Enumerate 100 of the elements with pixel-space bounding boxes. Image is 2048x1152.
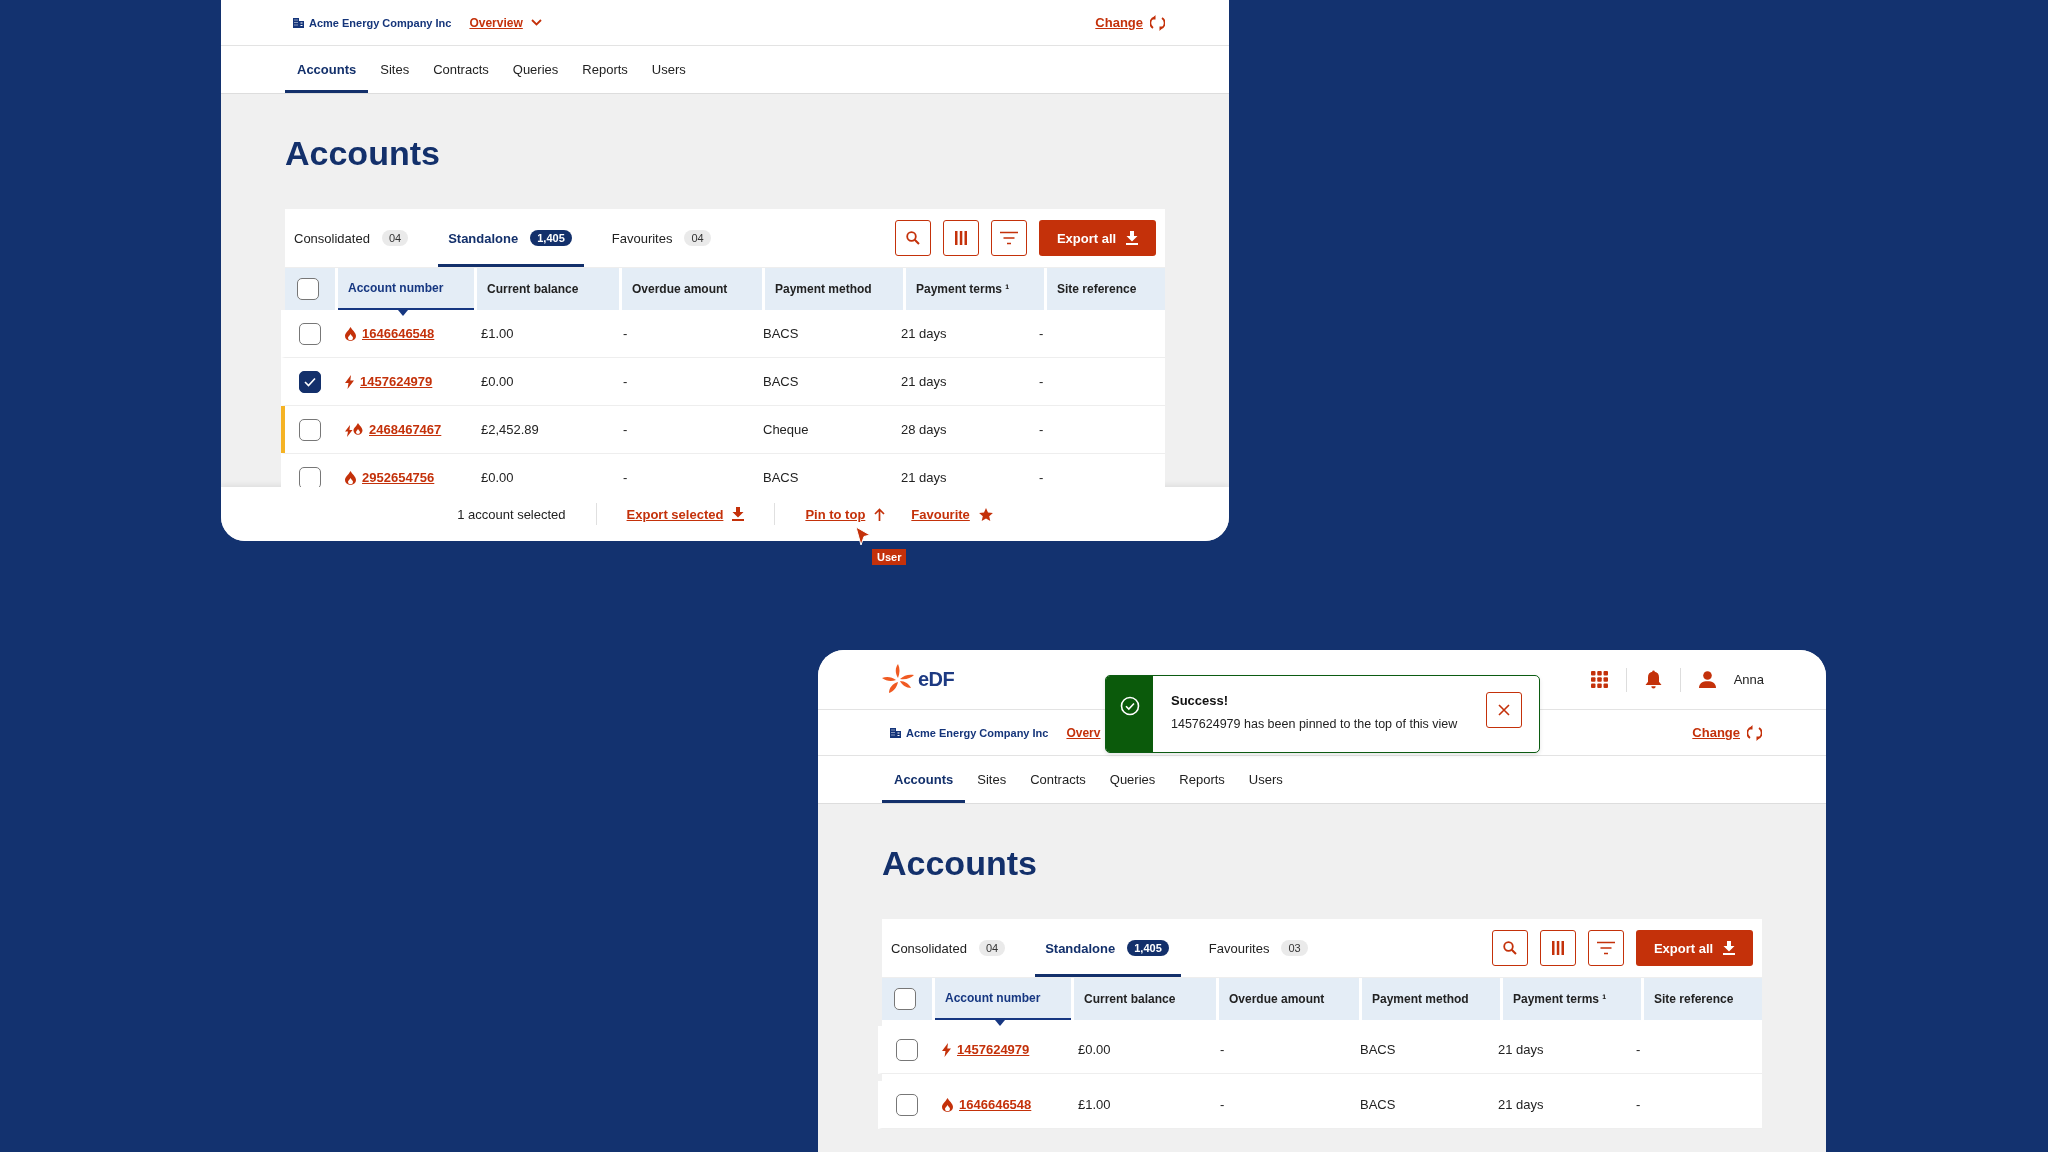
refresh-icon [1747, 724, 1762, 741]
nav-tab[interactable]: Contracts [421, 46, 501, 93]
table-cell-text: 21 days [900, 469, 948, 487]
table-tab[interactable]: Favourites 03 [1208, 919, 1320, 977]
table-cell-text: - [1038, 325, 1045, 343]
close-button[interactable] [1486, 692, 1522, 728]
download-icon [732, 507, 745, 521]
view-dropdown[interactable]: Overview [469, 15, 542, 30]
row-checkbox[interactable] [896, 1038, 918, 1061]
filter-button[interactable] [991, 220, 1027, 256]
row-checkbox[interactable] [896, 1093, 918, 1116]
export-all-button[interactable]: Export all [1039, 220, 1156, 256]
count-badge: 1,405 [1127, 940, 1169, 956]
search-button[interactable] [1492, 930, 1528, 966]
table-cell-text: - [622, 469, 629, 487]
count-badge: 04 [684, 230, 711, 246]
user-icon[interactable] [1698, 671, 1716, 688]
account-link[interactable]: 1646646548 [362, 326, 435, 341]
star-icon [978, 507, 993, 521]
account-link[interactable]: 1457624979 [957, 1042, 1030, 1057]
export-all-button[interactable]: Export all [1636, 930, 1753, 966]
columns-icon [1551, 941, 1565, 955]
search-icon [906, 231, 920, 245]
select-all-checkbox[interactable] [297, 278, 319, 300]
selection-count: 1 account selected [457, 506, 566, 522]
table-cell-text: - [1219, 1041, 1226, 1059]
table-cell-text: £1.00 [1077, 1096, 1112, 1114]
nav-tab[interactable]: Accounts [285, 46, 369, 93]
table-tab[interactable]: Consolidated 04 [294, 209, 421, 267]
search-button[interactable] [895, 220, 931, 256]
row-checkbox[interactable] [299, 466, 321, 487]
columns-icon [954, 231, 968, 245]
nav-tab[interactable]: Reports [570, 46, 640, 93]
row-checkbox[interactable] [299, 322, 321, 345]
brand-logo-text: eDF [918, 668, 955, 691]
table-cell-text: BACS [762, 373, 800, 391]
column-header[interactable]: Payment method [1362, 978, 1500, 1020]
table-cell-text: - [1219, 1096, 1226, 1114]
table-cell-text: 21 days [1497, 1041, 1545, 1059]
table-cell-text: 21 days [900, 373, 948, 391]
count-badge: 03 [1281, 940, 1308, 956]
apps-grid-icon[interactable] [1590, 671, 1608, 688]
table-cell-text: 28 days [900, 421, 948, 439]
change-link[interactable]: Change [1095, 14, 1165, 31]
nav-tab[interactable]: Users [639, 46, 698, 93]
user-name[interactable]: Anna [1733, 672, 1764, 687]
download-icon [1723, 941, 1736, 955]
change-link[interactable]: Change [1692, 724, 1762, 741]
count-badge: 04 [381, 230, 409, 246]
table-cell-text: £2,452.89 [480, 421, 540, 439]
nav-tab[interactable]: Contracts [1018, 756, 1098, 803]
row-checkbox[interactable] [299, 370, 321, 393]
refresh-icon [1150, 14, 1165, 31]
account-link[interactable]: 1646646548 [959, 1097, 1032, 1112]
column-header[interactable]: Overdue amount [622, 268, 762, 310]
nav-tab[interactable]: Sites [965, 756, 1019, 803]
table-tab[interactable]: Consolidated 04 [891, 919, 1018, 977]
table-cell-text: - [622, 421, 629, 439]
toast-title: Success! [1171, 693, 1230, 708]
table-cell-text: BACS [1359, 1096, 1397, 1114]
column-header[interactable]: Account number [935, 978, 1071, 1020]
export-selected-link[interactable]: Export selected [626, 506, 745, 522]
column-header[interactable]: Payment terms ¹ [906, 268, 1044, 310]
columns-button[interactable] [943, 220, 979, 256]
table-cell-text: 21 days [900, 325, 948, 343]
filter-icon [1597, 941, 1615, 955]
column-header[interactable]: Payment terms ¹ [1503, 978, 1641, 1020]
toast-message: 1457624979 has been pinned to the top of this view [1171, 717, 1459, 731]
nav-tab[interactable]: Reports [1167, 756, 1237, 803]
columns-button[interactable] [1540, 930, 1576, 966]
table-cell-text: - [622, 373, 629, 391]
nav-tab[interactable]: Sites [368, 46, 422, 93]
row-checkbox[interactable] [299, 418, 321, 441]
column-header[interactable]: Account number [338, 268, 474, 310]
column-header[interactable]: Current balance [477, 268, 619, 310]
column-header[interactable]: Site reference [1047, 268, 1165, 310]
column-header[interactable]: Payment method [765, 268, 903, 310]
favourite-link[interactable]: Favourite [911, 506, 993, 522]
nav-tab[interactable]: Accounts [882, 756, 966, 803]
account-link[interactable]: 2468467467 [369, 422, 442, 437]
column-header[interactable]: Site reference [1644, 978, 1762, 1020]
filter-icon [1000, 231, 1018, 245]
pin-to-top-link[interactable]: Pin to top [805, 506, 886, 522]
select-all-checkbox[interactable] [894, 988, 916, 1010]
account-link[interactable]: 1457624979 [360, 374, 433, 389]
table-tab[interactable]: Favourites 04 [611, 209, 723, 267]
column-header[interactable]: Current balance [1074, 978, 1216, 1020]
view-dropdown[interactable]: Overv [1066, 725, 1101, 740]
bell-icon[interactable] [1644, 670, 1662, 689]
checkmark-icon [304, 376, 316, 387]
nav-tab[interactable]: Users [1236, 756, 1295, 803]
nav-tab[interactable]: Queries [500, 46, 571, 93]
filter-button[interactable] [1588, 930, 1624, 966]
table-cell-text: £0.00 [1077, 1041, 1112, 1059]
table-cell-text: - [1038, 373, 1045, 391]
column-header[interactable]: Overdue amount [1219, 978, 1359, 1020]
logo-icon [882, 663, 916, 696]
nav-tab[interactable]: Queries [1097, 756, 1168, 803]
table-cell-text: - [1635, 1041, 1642, 1059]
account-link[interactable]: 2952654756 [362, 470, 435, 485]
